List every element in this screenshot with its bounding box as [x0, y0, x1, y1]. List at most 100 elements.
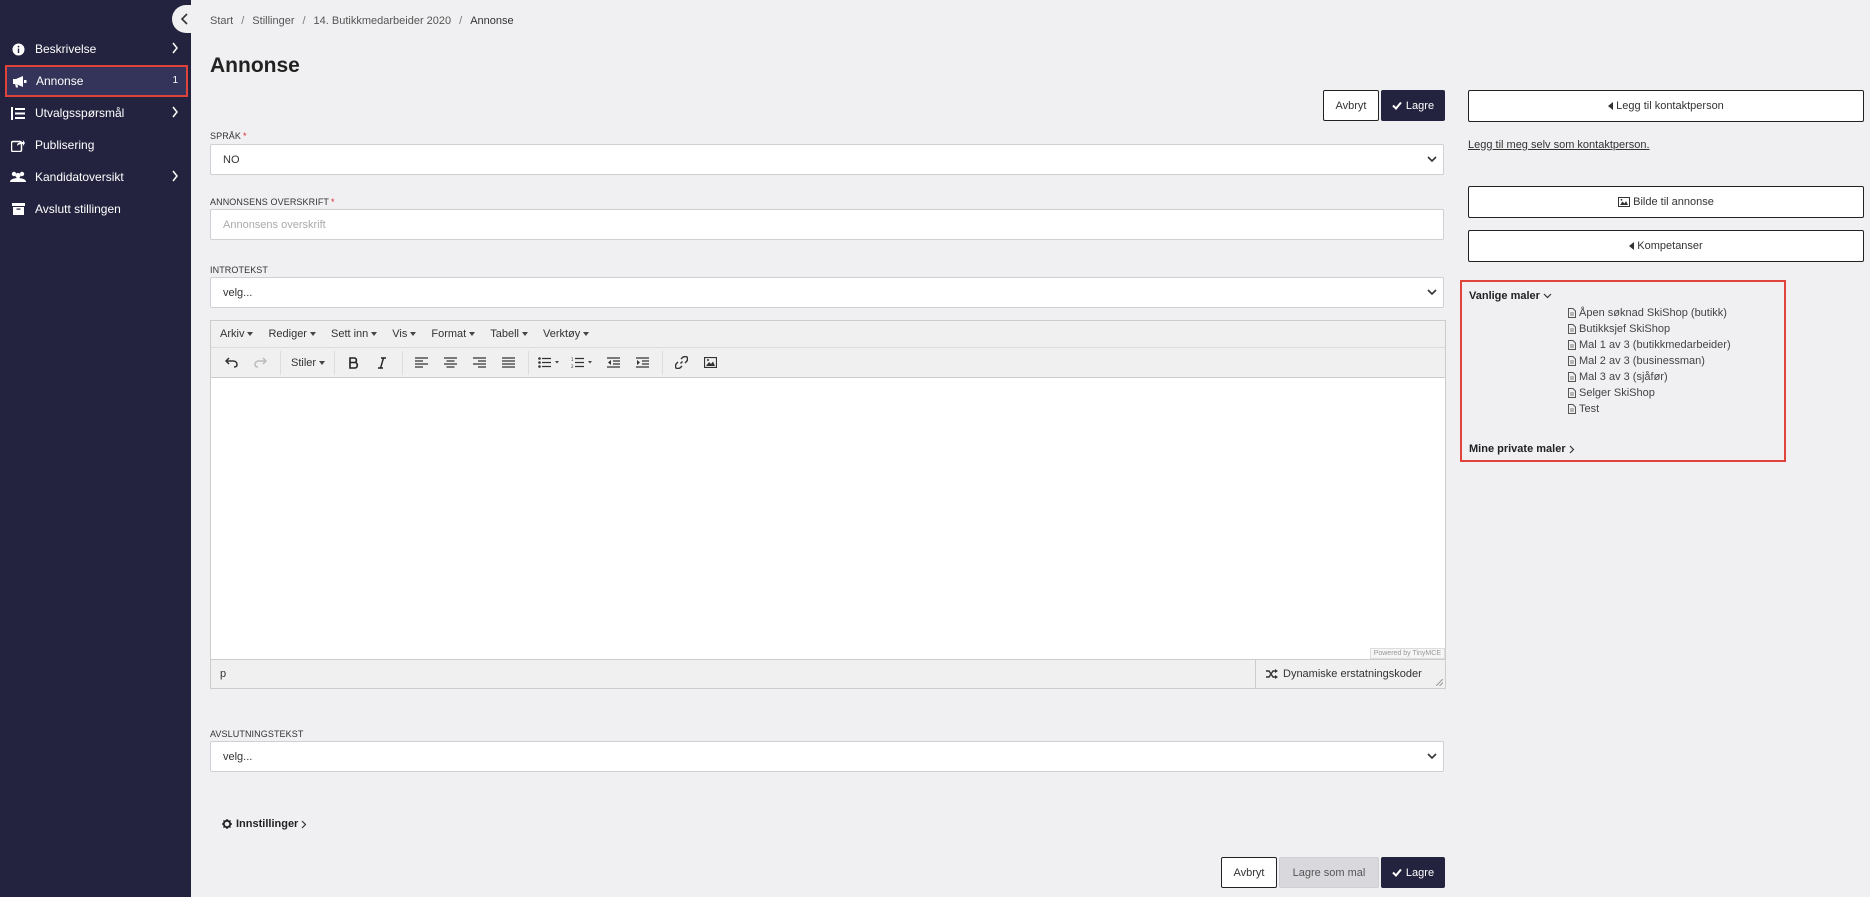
element-path[interactable]: p: [220, 668, 226, 680]
menu-rediger[interactable]: Rediger: [268, 328, 316, 340]
intro-label: INTROTEKST: [210, 265, 269, 275]
editor-toolbar: Stiler 12: [211, 348, 1445, 378]
image-icon[interactable]: [698, 351, 722, 375]
redo-icon[interactable]: [248, 351, 272, 375]
intro-select[interactable]: velg...: [210, 277, 1444, 308]
undo-icon[interactable]: [219, 351, 243, 375]
menu-arkiv[interactable]: Arkiv: [220, 328, 254, 340]
save-label: Lagre: [1405, 99, 1435, 112]
gear-icon: [222, 819, 232, 829]
file-icon: [1568, 340, 1576, 350]
common-templates-toggle[interactable]: Vanlige maler: [1469, 290, 1552, 302]
cancel-button-bottom[interactable]: Avbryt: [1221, 857, 1277, 888]
numbered-list-icon[interactable]: 12: [568, 351, 596, 375]
template-item[interactable]: Mal 3 av 3 (sjåfør): [1568, 369, 1731, 385]
sidebar-item-label: Utvalgsspørsmål: [35, 106, 125, 120]
align-right-icon[interactable]: [467, 351, 491, 375]
archive-icon: [10, 202, 26, 216]
indent-icon[interactable]: [630, 351, 654, 375]
template-list: Åpen søknad SkiShop (butikk) Butikksjef …: [1568, 305, 1731, 417]
sidebar-item-publisering[interactable]: Publisering: [0, 129, 191, 161]
language-select[interactable]: NO: [210, 144, 1444, 175]
styles-dropdown[interactable]: Stiler: [291, 357, 326, 369]
sidebar-item-avslutt-stillingen[interactable]: Avslutt stillingen: [0, 193, 191, 225]
chevron-down-icon: [1543, 293, 1552, 299]
editor-statusbar: p Dynamiske erstatningskoder: [211, 659, 1445, 688]
breadcrumb-job[interactable]: 14. Butikkmedarbeider 2020: [314, 15, 452, 27]
bold-icon[interactable]: [341, 351, 365, 375]
sidebar-item-utvalgssporsmal[interactable]: Utvalgsspørsmål: [0, 97, 191, 129]
editor-menubar: Arkiv Rediger Sett inn Vis Format Tabell…: [211, 321, 1445, 348]
align-left-icon[interactable]: [409, 351, 433, 375]
powered-by-badge[interactable]: Powered by TinyMCE: [1369, 648, 1445, 659]
save-button-bottom[interactable]: Lagre: [1381, 857, 1445, 888]
add-contact-button[interactable]: Legg til kontaktperson: [1468, 90, 1864, 122]
bullet-list-icon[interactable]: [535, 351, 563, 375]
save-button-top[interactable]: Lagre: [1381, 90, 1445, 121]
link-icon[interactable]: [669, 351, 693, 375]
collapse-sidebar-button[interactable]: [172, 5, 198, 33]
file-icon: [1568, 356, 1576, 366]
editor-content-area[interactable]: Powered by TinyMCE: [211, 378, 1445, 659]
sidebar-item-label: Annonse: [36, 74, 84, 88]
sidebar-item-kandidatoversikt[interactable]: Kandidatoversikt: [0, 161, 191, 193]
breadcrumb: Start / Stillinger/14. Butikkmedarbeider 2…: [210, 15, 514, 27]
align-justify-icon[interactable]: [496, 351, 520, 375]
chevron-down-icon: [1427, 753, 1437, 760]
svg-text:2: 2: [571, 364, 574, 368]
sidebar: Beskrivelse Annonse 1 Utvalgsspørsmål Pu…: [0, 0, 198, 897]
settings-toggle[interactable]: Innstillinger: [222, 818, 311, 830]
sidebar-item-label: Avslutt stillingen: [35, 202, 121, 216]
closing-label: AVSLUTNINGSTEKST: [210, 729, 304, 739]
template-item[interactable]: Mal 2 av 3 (businessman): [1568, 353, 1731, 369]
count-badge: 1: [172, 75, 178, 86]
cancel-button-top[interactable]: Avbryt: [1323, 90, 1379, 121]
image-icon: [1618, 197, 1631, 207]
language-label: SPRÅK *: [210, 131, 247, 141]
menu-tabell[interactable]: Tabell: [490, 328, 528, 340]
templates-panel: Vanlige maler Åpen søknad SkiShop (butik…: [1460, 280, 1786, 462]
template-item[interactable]: Åpen søknad SkiShop (butikk): [1568, 305, 1731, 321]
save-label: Lagre: [1405, 866, 1435, 879]
ad-image-button[interactable]: Bilde til annonse: [1468, 186, 1864, 218]
sidebar-item-annonse[interactable]: Annonse 1: [5, 65, 188, 97]
caret-left-icon: [1629, 242, 1635, 250]
add-self-contact-link[interactable]: Legg til meg selv som kontaktperson.: [1468, 139, 1650, 151]
caret-left-icon: [1608, 102, 1614, 110]
italic-icon[interactable]: [370, 351, 394, 375]
outdent-icon[interactable]: [601, 351, 625, 375]
file-icon: [1568, 324, 1576, 334]
closing-select[interactable]: velg...: [210, 741, 1444, 772]
file-icon: [1568, 388, 1576, 398]
template-item[interactable]: Mal 1 av 3 (butikkmedarbeider): [1568, 337, 1731, 353]
sidebar-item-label: Beskrivelse: [35, 42, 97, 56]
file-icon: [1568, 372, 1576, 382]
breadcrumb-current: Annonse: [470, 15, 514, 27]
page-title: Annonse: [210, 54, 300, 77]
save-as-template-button[interactable]: Lagre som mal: [1279, 857, 1379, 888]
sidebar-item-label: Kandidatoversikt: [35, 170, 124, 184]
breadcrumb-stillinger[interactable]: Stillinger: [252, 15, 294, 27]
chevron-right-icon: [172, 42, 178, 54]
headline-input[interactable]: Annonsens overskrift: [210, 209, 1444, 240]
dynamic-codes-button[interactable]: Dynamiske erstatningskoder: [1255, 660, 1445, 688]
resize-handle-icon[interactable]: [1436, 679, 1443, 686]
menu-verktoy[interactable]: Verktøy: [543, 328, 590, 340]
file-icon: [1568, 404, 1576, 414]
template-item[interactable]: Butikksjef SkiShop: [1568, 321, 1731, 337]
svg-text:1: 1: [571, 357, 574, 362]
menu-sett-inn[interactable]: Sett inn: [331, 328, 378, 340]
competences-button[interactable]: Kompetanser: [1468, 230, 1864, 262]
chevron-down-icon: [1427, 156, 1437, 163]
breadcrumb-start[interactable]: Start: [210, 15, 233, 27]
sidebar-item-beskrivelse[interactable]: Beskrivelse: [0, 33, 191, 65]
private-templates-toggle[interactable]: Mine private maler: [1469, 443, 1575, 455]
menu-vis[interactable]: Vis: [392, 328, 417, 340]
align-center-icon[interactable]: [438, 351, 462, 375]
chevron-right-icon: [1569, 445, 1574, 453]
users-icon: [10, 170, 26, 184]
menu-format[interactable]: Format: [431, 328, 476, 340]
template-item[interactable]: Test: [1568, 401, 1731, 417]
template-item[interactable]: Selger SkiShop: [1568, 385, 1731, 401]
sidebar-nav: Beskrivelse Annonse 1 Utvalgsspørsmål Pu…: [0, 33, 191, 225]
